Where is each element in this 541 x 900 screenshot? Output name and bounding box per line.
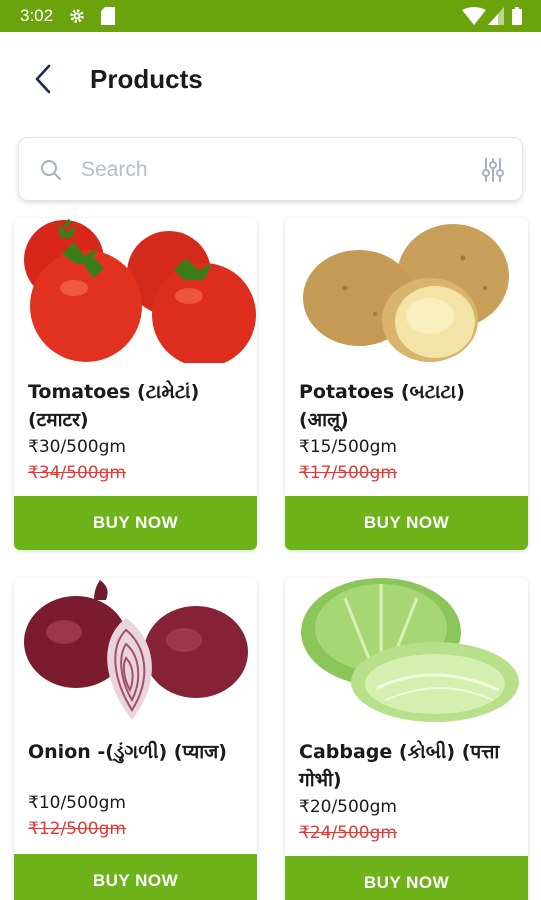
product-price: ₹30/500gm — [28, 437, 126, 457]
product-price: ₹15/500gm — [299, 437, 397, 457]
product-card-onion[interactable]: Onion -(ડુંગળી) (प्याज) ₹10/500gm ₹12/50… — [14, 578, 257, 900]
product-price: ₹10/500gm — [28, 793, 126, 813]
product-mrp: ₹12/500gm — [28, 819, 126, 839]
wifi-icon — [462, 7, 486, 25]
sliders-icon[interactable] — [482, 157, 504, 183]
status-time: 3:02 — [20, 6, 54, 25]
cabbage-image — [285, 578, 528, 723]
status-bar: 3:02 — [0, 0, 541, 32]
product-price: ₹20/500gm — [299, 797, 397, 817]
product-mrp: ₹24/500gm — [299, 823, 397, 843]
back-button[interactable] — [26, 62, 60, 96]
gear-icon — [70, 9, 84, 23]
sd-card-icon — [101, 7, 115, 25]
tomatoes-image — [14, 218, 257, 363]
page-title: Products — [90, 64, 203, 94]
potatoes-image — [285, 218, 528, 363]
product-name: Potatoes (બટાટા) (आलू) — [299, 381, 465, 431]
buy-now-button[interactable]: BUY NOW — [14, 854, 257, 900]
buy-now-button[interactable]: BUY NOW — [14, 496, 257, 550]
product-name: Cabbage (કોબી) (पत्ता गोभी) — [299, 741, 500, 791]
search-icon — [41, 160, 61, 180]
search-bar[interactable] — [18, 137, 523, 201]
search-input[interactable] — [81, 150, 461, 190]
product-card-potatoes[interactable]: Potatoes (બટાટા) (आलू) ₹15/500gm ₹17/500… — [285, 218, 528, 550]
chevron-left-icon — [35, 64, 51, 94]
product-name: Onion -(ડુંગળી) (प्याज) — [28, 741, 227, 763]
product-name: Tomatoes (ટામેટાં) (टमाटर) — [28, 381, 200, 431]
product-mrp: ₹17/500gm — [299, 463, 397, 483]
battery-icon — [512, 7, 522, 25]
onion-image — [14, 578, 257, 723]
signal-icon — [488, 7, 504, 25]
product-card-cabbage[interactable]: Cabbage (કોબી) (पत्ता गोभी) ₹20/500gm ₹2… — [285, 578, 528, 900]
app-header: Products — [0, 32, 541, 132]
buy-now-button[interactable]: BUY NOW — [285, 496, 528, 550]
product-mrp: ₹34/500gm — [28, 463, 126, 483]
buy-now-button[interactable]: BUY NOW — [285, 856, 528, 900]
product-card-tomatoes[interactable]: Tomatoes (ટામેટાં) (टमाटर) ₹30/500gm ₹34… — [14, 218, 257, 550]
